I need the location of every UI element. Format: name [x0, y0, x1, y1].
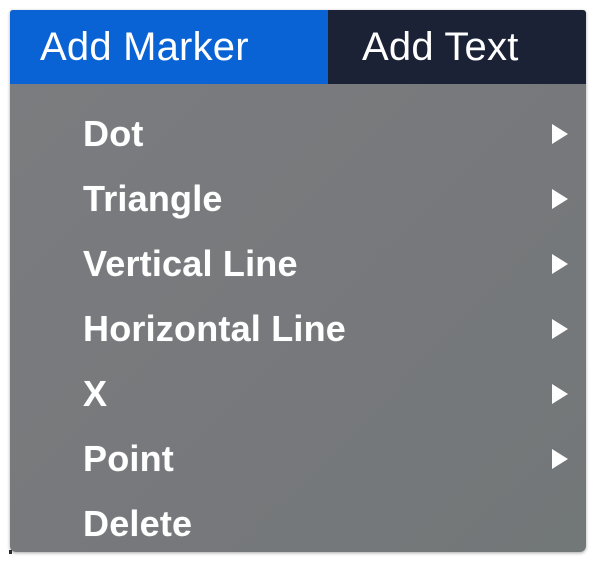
- menu-item-point[interactable]: Point: [10, 427, 586, 491]
- menu-bar: Add Marker Add Text: [10, 10, 586, 84]
- menu-item-dot[interactable]: Dot: [10, 102, 586, 166]
- submenu-arrow-icon: [552, 254, 568, 274]
- menu-item-label: Vertical Line: [83, 243, 298, 284]
- window-edge-mark: [9, 550, 12, 554]
- menu-item-triangle[interactable]: Triangle: [10, 167, 586, 231]
- submenu-arrow-icon: [552, 124, 568, 144]
- menu-item-horizontal-line[interactable]: Horizontal Line: [10, 297, 586, 361]
- dropdown-menu: Dot Triangle Vertical Line Horizontal Li…: [10, 84, 586, 552]
- menu-item-label: Dot: [83, 113, 144, 154]
- menubar-item-label: Add Marker: [40, 24, 249, 69]
- context-menu-window: Add Marker Add Text Dot Triangle Vertica…: [10, 10, 586, 552]
- menu-item-label: Triangle: [83, 178, 223, 219]
- menu-item-label: Horizontal Line: [83, 308, 346, 349]
- submenu-arrow-icon: [552, 319, 568, 339]
- submenu-arrow-icon: [552, 384, 568, 404]
- menu-item-label: Point: [83, 438, 174, 479]
- menu-item-vertical-line[interactable]: Vertical Line: [10, 232, 586, 296]
- menu-item-label: Delete: [83, 503, 193, 544]
- submenu-arrow-icon: [552, 189, 568, 209]
- menu-item-x[interactable]: X: [10, 362, 586, 426]
- menubar-item-label: Add Text: [362, 24, 519, 69]
- menubar-item-add-text[interactable]: Add Text: [328, 10, 519, 84]
- submenu-arrow-icon: [552, 449, 568, 469]
- menu-item-delete[interactable]: Delete: [10, 492, 586, 552]
- menubar-item-add-marker[interactable]: Add Marker: [10, 10, 328, 84]
- menu-item-label: X: [83, 373, 108, 414]
